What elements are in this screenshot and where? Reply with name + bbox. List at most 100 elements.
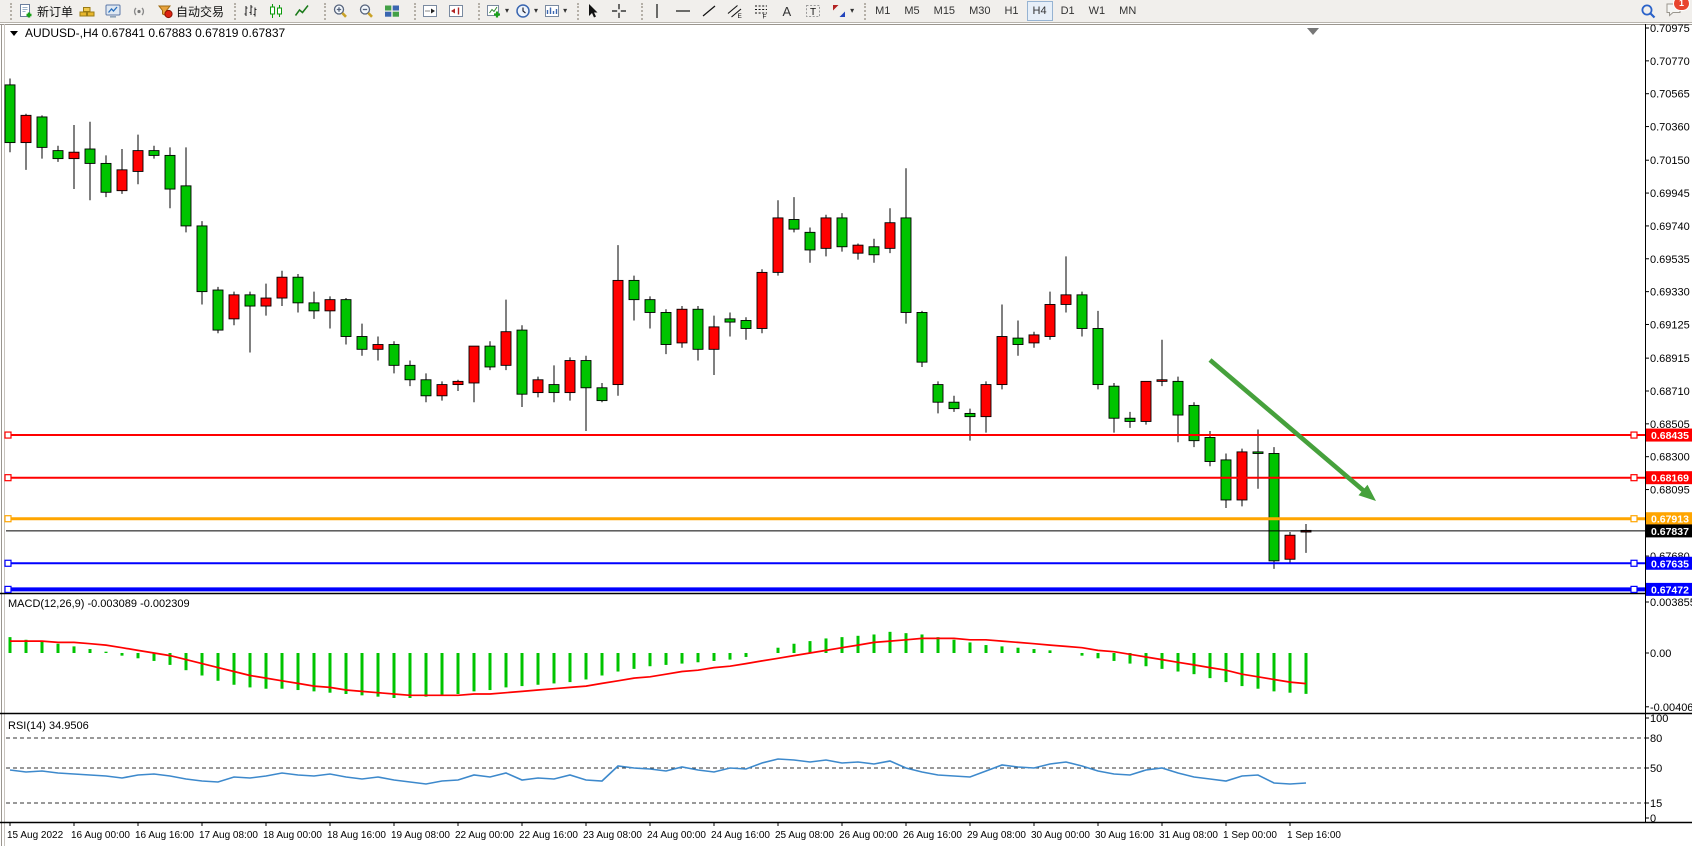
zoom-in-icon bbox=[332, 3, 348, 19]
timeframe-H4[interactable]: H4 bbox=[1027, 1, 1053, 21]
line-handle[interactable] bbox=[5, 560, 11, 566]
timeframe-M5[interactable]: M5 bbox=[898, 1, 925, 21]
vertical-line-button[interactable] bbox=[646, 0, 672, 22]
tile-windows-icon bbox=[384, 3, 400, 19]
new-chart-button[interactable]: ▾ bbox=[483, 0, 512, 22]
line-handle[interactable] bbox=[1631, 432, 1637, 438]
auto-scroll-button[interactable] bbox=[419, 0, 445, 22]
arrows-button[interactable]: ▾ bbox=[828, 0, 857, 22]
candle bbox=[725, 319, 735, 322]
line-chart-button[interactable] bbox=[291, 0, 317, 22]
crosshair-button[interactable] bbox=[608, 0, 634, 22]
fibonacci-button[interactable]: F bbox=[750, 0, 776, 22]
signals-button[interactable] bbox=[128, 0, 154, 22]
time-axis-label: 1 Sep 16:00 bbox=[1287, 830, 1341, 841]
dropdown-caret-icon: ▾ bbox=[505, 7, 509, 15]
line-handle[interactable] bbox=[1631, 560, 1637, 566]
candle bbox=[101, 163, 111, 192]
candle bbox=[901, 218, 911, 313]
candle bbox=[677, 309, 687, 343]
trendline-button[interactable] bbox=[698, 0, 724, 22]
timeframe-group: M1M5M15M30H1H4D1W1MN bbox=[869, 1, 1142, 21]
candle bbox=[565, 361, 575, 393]
rsi-line bbox=[10, 759, 1306, 784]
time-axis-label: 16 Aug 00:00 bbox=[71, 830, 130, 841]
toolbar-grip[interactable] bbox=[408, 3, 416, 20]
timeframe-M15[interactable]: M15 bbox=[928, 1, 961, 21]
rsi-tick-label: 100 bbox=[1650, 713, 1668, 725]
timeframe-D1[interactable]: D1 bbox=[1055, 1, 1081, 21]
toolbar-grip[interactable] bbox=[318, 3, 326, 20]
candlestick-chart-button[interactable] bbox=[265, 0, 291, 22]
toolbar-grip[interactable] bbox=[228, 3, 236, 20]
rsi-tick-label: 15 bbox=[1650, 798, 1662, 810]
candle bbox=[757, 272, 767, 328]
chart-shift-marker[interactable] bbox=[1307, 28, 1319, 35]
candle bbox=[1253, 452, 1263, 454]
profiles-button[interactable]: ▾ bbox=[541, 0, 570, 22]
line-handle[interactable] bbox=[5, 432, 11, 438]
zoom-in-button[interactable] bbox=[329, 0, 355, 22]
text-button[interactable]: A bbox=[776, 0, 802, 22]
notifications-button[interactable]: 1 bbox=[1665, 1, 1683, 22]
auto-scroll-icon bbox=[422, 3, 438, 19]
toolbar-grip[interactable] bbox=[571, 3, 579, 20]
toolbar-grip[interactable] bbox=[858, 3, 866, 20]
auto-trading-icon bbox=[157, 3, 173, 19]
zoom-out-button[interactable] bbox=[355, 0, 381, 22]
trend-arrow-object[interactable] bbox=[1210, 360, 1364, 491]
gold-button[interactable] bbox=[76, 0, 102, 22]
toolbar-grip[interactable] bbox=[472, 3, 480, 20]
toolbar-grip[interactable] bbox=[4, 3, 12, 20]
search-icon[interactable] bbox=[1640, 3, 1657, 20]
chart-menu-icon[interactable] bbox=[10, 31, 18, 36]
line-handle[interactable] bbox=[1631, 586, 1637, 592]
toolbar-grip[interactable] bbox=[635, 3, 643, 20]
tile-windows-button[interactable] bbox=[381, 0, 407, 22]
price-tag-label: 0.67837 bbox=[1651, 526, 1689, 538]
horizontal-line-button[interactable] bbox=[672, 0, 698, 22]
time-axis-label: 30 Aug 00:00 bbox=[1031, 830, 1090, 841]
line-handle[interactable] bbox=[5, 586, 11, 592]
candle bbox=[741, 320, 751, 328]
candle bbox=[1077, 295, 1087, 329]
chart-shift-button[interactable] bbox=[445, 0, 471, 22]
rsi-indicator-label: RSI(14) 34.9506 bbox=[8, 720, 89, 732]
price-tick-label: 0.69740 bbox=[1650, 221, 1690, 233]
text-label-button[interactable]: T bbox=[802, 0, 828, 22]
time-axis-label: 15 Aug 2022 bbox=[7, 830, 64, 841]
auto-trading-button[interactable]: 自动交易 bbox=[154, 0, 227, 22]
timeframe-H1[interactable]: H1 bbox=[998, 1, 1024, 21]
line-handle[interactable] bbox=[1631, 475, 1637, 481]
line-handle[interactable] bbox=[5, 516, 11, 522]
price-tick-label: 0.69125 bbox=[1650, 319, 1690, 331]
candle bbox=[245, 295, 255, 306]
cursor-button[interactable] bbox=[582, 0, 608, 22]
line-handle[interactable] bbox=[5, 475, 11, 481]
price-tick-label: 0.70975 bbox=[1650, 23, 1690, 35]
candle bbox=[645, 300, 655, 313]
chart-window[interactable]: 0.709750.707700.705650.703600.701500.699… bbox=[0, 0, 1692, 846]
candle bbox=[581, 361, 591, 388]
terminal-button[interactable] bbox=[102, 0, 128, 22]
candle bbox=[1221, 460, 1231, 500]
profiles-icon bbox=[544, 3, 560, 19]
time-axis-label: 29 Aug 08:00 bbox=[967, 830, 1026, 841]
time-axis-label: 26 Aug 00:00 bbox=[839, 830, 898, 841]
timeframe-M30[interactable]: M30 bbox=[963, 1, 996, 21]
candle bbox=[485, 346, 495, 367]
candle bbox=[213, 290, 223, 330]
new-order-button[interactable]: 新订单 bbox=[15, 0, 76, 22]
time-axis-label: 17 Aug 08:00 bbox=[199, 830, 258, 841]
line-handle[interactable] bbox=[1631, 516, 1637, 522]
price-tag-label: 0.68169 bbox=[1651, 473, 1689, 485]
price-tick-label: 0.69945 bbox=[1650, 188, 1690, 200]
timeframe-M1[interactable]: M1 bbox=[869, 1, 896, 21]
timeframe-MN[interactable]: MN bbox=[1113, 1, 1142, 21]
timeframe-W1[interactable]: W1 bbox=[1083, 1, 1112, 21]
period-clock-button[interactable]: ▾ bbox=[512, 0, 541, 22]
toolbar-right: 1 bbox=[1640, 1, 1689, 22]
equidistant-channel-button[interactable]: E bbox=[724, 0, 750, 22]
bar-chart-button[interactable] bbox=[239, 0, 265, 22]
bar-chart-icon bbox=[242, 3, 258, 19]
